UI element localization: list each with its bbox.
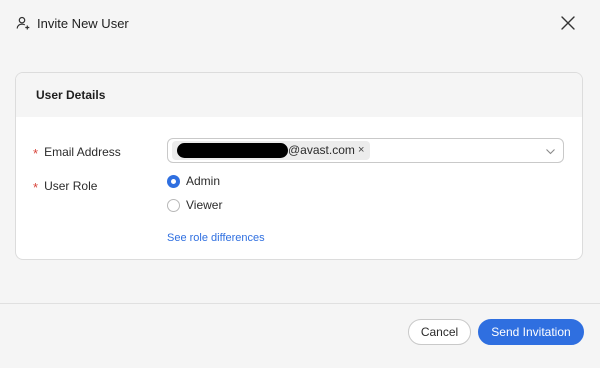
email-field-label: * Email Address [33, 144, 121, 161]
close-icon[interactable] [559, 14, 577, 32]
dialog-header: Invite New User [0, 0, 600, 48]
required-marker: * [33, 180, 39, 195]
email-label-text: Email Address [44, 145, 121, 159]
send-invitation-button[interactable]: Send Invitation [478, 319, 584, 345]
redacted-email-local-part [177, 143, 288, 158]
chip-remove-icon[interactable]: × [358, 143, 364, 158]
radio-admin[interactable] [167, 175, 180, 188]
required-marker: * [33, 146, 39, 161]
role-differences-link[interactable]: See role differences [167, 231, 265, 245]
radio-viewer[interactable] [167, 199, 180, 212]
chevron-down-icon[interactable] [545, 146, 556, 157]
role-field-label: * User Role [33, 178, 98, 195]
cancel-button[interactable]: Cancel [408, 319, 471, 345]
user-add-icon [16, 16, 30, 30]
email-chip-text: @avast.com [288, 143, 355, 157]
role-label-text: User Role [44, 179, 98, 193]
section-title: User Details [36, 88, 106, 102]
user-details-card: User Details * Email Address @avast.com ×… [15, 72, 583, 260]
email-field[interactable]: @avast.com × [167, 138, 564, 163]
radio-viewer-label: Viewer [186, 198, 223, 212]
radio-admin-label: Admin [186, 174, 221, 188]
dialog-title: Invite New User [37, 16, 129, 31]
card-header: User Details [16, 73, 582, 117]
email-chip: @avast.com × [172, 141, 370, 160]
footer-divider [0, 303, 600, 304]
